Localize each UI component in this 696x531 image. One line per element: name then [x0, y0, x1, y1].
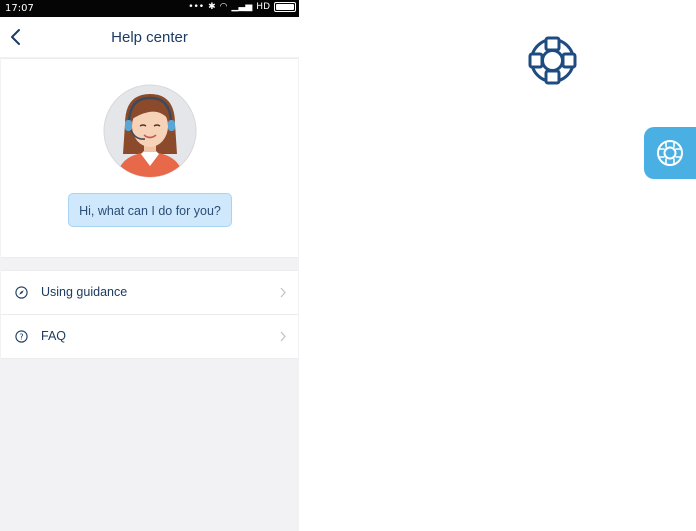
menu-item-faq[interactable]: ? FAQ: [1, 314, 298, 358]
cell-signal-icon: ▁▃▅: [231, 2, 253, 12]
app-header: Help center: [0, 17, 299, 57]
lifebuoy-icon: [657, 140, 683, 166]
svg-text:?: ?: [19, 332, 23, 341]
network-type-label: HD: [256, 2, 270, 12]
help-menu: Using guidance ? FAQ: [1, 270, 298, 359]
status-time: 17:07: [5, 3, 34, 14]
greeting-bubble: Hi, what can I do for you?: [68, 193, 232, 227]
menu-item-using-guidance[interactable]: Using guidance: [1, 271, 298, 314]
status-bar: 17:07 ••• ✱ ◠ ▁▃▅ HD: [0, 0, 299, 17]
help-floating-button[interactable]: [644, 127, 696, 179]
wifi-icon: ◠: [219, 2, 228, 12]
battery-icon: [274, 2, 296, 12]
lifebuoy-icon: [528, 36, 577, 85]
support-hero: Hi, what can I do for you?: [1, 58, 298, 258]
chevron-right-icon: [280, 331, 286, 342]
more-dots-icon: •••: [188, 2, 205, 12]
phone-screen: 17:07 ••• ✱ ◠ ▁▃▅ HD Help center Hi, wha…: [0, 0, 299, 531]
menu-item-label: Using guidance: [41, 285, 128, 299]
status-icons: ••• ✱ ◠ ▁▃▅ HD: [188, 2, 296, 12]
question-circle-icon: ?: [15, 330, 28, 343]
compass-icon: [15, 286, 28, 299]
bluetooth-icon: ✱: [208, 2, 216, 12]
support-agent-avatar: [103, 84, 197, 178]
chevron-right-icon: [280, 287, 286, 298]
page-title: Help center: [111, 29, 188, 46]
menu-item-label: FAQ: [41, 329, 67, 343]
